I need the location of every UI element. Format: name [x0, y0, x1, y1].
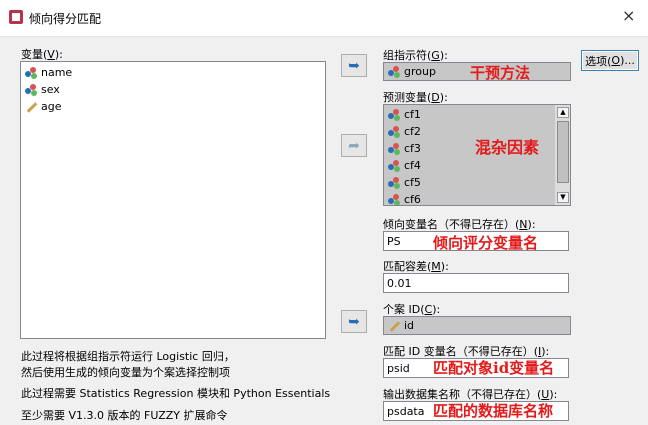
output-annotation: 匹配的数据库名称 [433, 402, 554, 420]
group-annotation: 干预方法 [470, 64, 531, 82]
options-label-key: O [611, 54, 621, 67]
predictors-label-key: D [431, 91, 440, 104]
arrow-right-icon: ➦ [348, 137, 360, 154]
window-title: 倾向得分匹配 [29, 12, 102, 26]
group-indicator-value: group [404, 65, 436, 78]
tolerance-label-pre: 匹配容差( [383, 260, 432, 273]
list-item[interactable]: group [388, 64, 436, 79]
scroll-thumb[interactable] [557, 121, 569, 183]
predictors-annotation: 混杂因素 [475, 138, 540, 157]
propensity-label-key: N [519, 218, 528, 231]
list-item[interactable]: age [25, 99, 62, 114]
group-indicator-label: 组指示符(G): [383, 47, 448, 63]
nominal-variable-icon [388, 159, 400, 172]
list-item-label: cf3 [404, 142, 421, 155]
title-bar: 倾向得分匹配 × [0, 0, 648, 37]
options-button[interactable]: 选项(O)... [581, 50, 639, 71]
nominal-variable-icon [388, 142, 400, 155]
scale-variable-icon [388, 320, 400, 332]
list-item-label: name [41, 66, 73, 79]
list-item[interactable]: sex [25, 82, 60, 97]
case-id-field[interactable]: id [383, 316, 571, 335]
variables-label-pre: 变量( [21, 48, 48, 61]
predictors-label-pre: 预测变量( [383, 91, 432, 104]
list-item-label: cf1 [404, 108, 421, 121]
variables-label-post: ): [54, 48, 63, 61]
predictors-scrollbar[interactable]: ▲ ▼ [554, 105, 570, 205]
case-id-label-pre: 个案 ID( [383, 303, 425, 316]
propensity-label-pre: 倾向变量名（不得已存在）( [383, 218, 520, 231]
nominal-variable-icon [388, 65, 400, 78]
list-item[interactable]: cf4 [388, 158, 421, 173]
info-line-1: 此过程将根据组指示符运行 Logistic 回归， [21, 350, 235, 363]
list-item-label: cf4 [404, 159, 421, 172]
nominal-variable-icon [25, 83, 37, 96]
list-item-label: cf5 [404, 176, 421, 189]
move-to-predictors-button[interactable]: ➦ [341, 134, 367, 157]
list-item-label: cf2 [404, 125, 421, 138]
match-id-annotation: 匹配对象id变量名 [433, 359, 555, 377]
options-label-pre: 选项( [585, 54, 612, 68]
scroll-up-icon[interactable]: ▲ [557, 107, 569, 118]
nominal-variable-icon [25, 66, 37, 79]
nominal-variable-icon [388, 108, 400, 121]
list-item[interactable]: id [388, 318, 414, 333]
variables-label: 变量(V): [21, 46, 63, 62]
arrow-left-icon: ➥ [348, 57, 360, 74]
tolerance-input[interactable] [383, 273, 569, 293]
list-item[interactable]: cf6 [388, 192, 421, 206]
nominal-variable-icon [388, 125, 400, 138]
move-to-case-id-button[interactable]: ➥ [341, 310, 367, 333]
nominal-variable-icon [388, 176, 400, 189]
list-item[interactable]: cf1 [388, 107, 421, 122]
list-item-label: age [41, 100, 62, 113]
list-item-label: cf6 [404, 193, 421, 206]
scroll-down-icon[interactable]: ▼ [557, 192, 569, 203]
list-item[interactable]: cf2 [388, 124, 421, 139]
info-line-3: 此过程需要 Statistics Regression 模块和 Python E… [21, 387, 331, 400]
scale-variable-icon [25, 101, 37, 113]
move-to-group-button[interactable]: ➥ [341, 54, 367, 77]
options-label-post: )... [620, 54, 635, 67]
propensity-label-post: ): [527, 218, 536, 231]
tolerance-label-key: M [431, 260, 441, 273]
info-line-2: 然后使用生成的倾向变量为个案选择控制项 [21, 366, 230, 379]
case-id-value: id [404, 319, 415, 332]
group-indicator-label-pre: 组指示符( [383, 49, 432, 62]
list-item-label: sex [41, 83, 60, 96]
list-item[interactable]: name [25, 65, 72, 80]
propensity-name-label: 倾向变量名（不得已存在）(N): [383, 216, 536, 232]
variables-list[interactable]: name sex age [20, 61, 326, 339]
propensity-annotation: 倾向评分变量名 [433, 234, 539, 252]
info-line-4: 至少需要 V1.3.0 版本的 FUZZY 扩展命令 [21, 409, 228, 422]
predictors-label-post: ): [439, 91, 448, 104]
app-icon [9, 10, 23, 24]
tolerance-label: 匹配容差(M): [383, 258, 449, 274]
close-button[interactable]: × [622, 6, 635, 25]
variables-label-key: V [47, 48, 55, 61]
group-indicator-label-post: ): [439, 49, 448, 62]
predictors-label: 预测变量(D): [383, 89, 448, 105]
tolerance-label-post: ): [440, 260, 449, 273]
arrow-left-icon: ➥ [348, 313, 360, 330]
list-item[interactable]: cf3 [388, 141, 421, 156]
group-indicator-label-key: G [431, 49, 440, 62]
nominal-variable-icon [388, 193, 400, 205]
list-item[interactable]: cf5 [388, 175, 421, 190]
case-id-label-post: ): [432, 303, 441, 316]
case-id-label: 个案 ID(C): [383, 301, 440, 317]
